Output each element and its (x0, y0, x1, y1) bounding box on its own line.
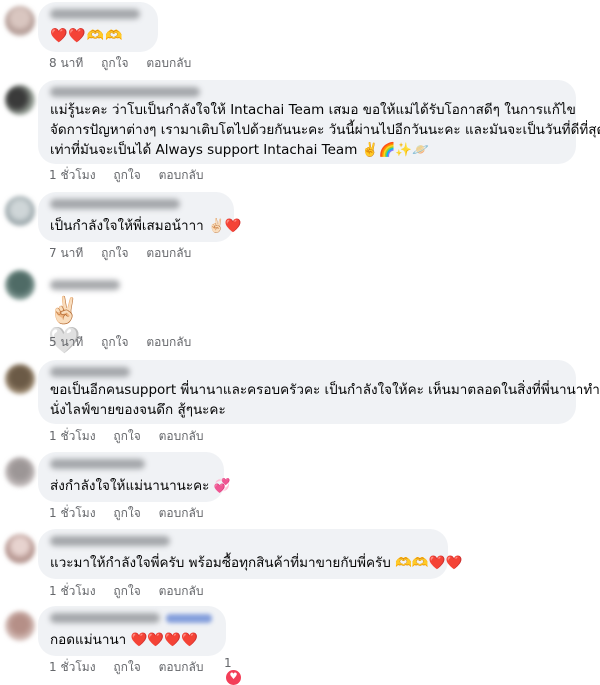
timestamp[interactable]: 8 นาที (49, 54, 83, 73)
timestamp[interactable]: 1 ชั่วโมง (49, 504, 96, 523)
author-name[interactable] (50, 87, 200, 97)
comment-meta: 1 ชั่วโมง ถูกใจ ตอบกลับ (49, 582, 217, 601)
reply-button[interactable]: ตอบกลับ (159, 166, 204, 185)
avatar[interactable] (5, 270, 35, 300)
like-button[interactable]: ถูกใจ (113, 658, 140, 677)
avatar[interactable] (5, 534, 35, 564)
timestamp[interactable]: 5 นาที (49, 333, 83, 352)
timestamp[interactable]: 1 ชั่วโมง (49, 427, 96, 446)
author-name[interactable] (50, 367, 130, 377)
comment-line-3: เท่าที่มันจะเป็นได้ Always support Intac… (50, 142, 429, 158)
avatar[interactable] (5, 85, 35, 115)
comment-bubble: กอดแม่นานา ❤️❤️❤️❤️ (38, 606, 226, 656)
comment-meta: 1 ชั่วโมง ถูกใจ ตอบกลับ (49, 504, 217, 523)
comment-text: เป็นกำลังใจให้พี่เสมอน้าาา ✌🏻❤️ (50, 218, 242, 234)
comment-meta: 8 นาที ถูกใจ ตอบกลับ (49, 54, 205, 73)
like-button[interactable]: ถูกใจ (113, 166, 140, 185)
comment-text: กอดแม่นานา ❤️❤️❤️❤️ (50, 632, 198, 648)
reaction-summary[interactable]: 1♥ (224, 656, 241, 685)
comment-meta: 1 ชั่วโมง ถูกใจ ตอบกลับ (49, 427, 217, 446)
comment-bubble: ขอเป็นอีกคนsupport พี่นานาและครอบครัวคะ … (38, 360, 600, 424)
avatar[interactable] (5, 457, 35, 487)
like-button[interactable]: ถูกใจ (101, 333, 128, 352)
comment-text: ❤️❤️🫶🫶 (50, 28, 124, 44)
avatar[interactable] (5, 196, 35, 226)
timestamp[interactable]: 1 ชั่วโมง (49, 166, 96, 185)
heart-reaction-icon: ♥ (226, 670, 241, 685)
comment-text: ส่งกำลังใจให้แม่นานานะคะ 💞 (50, 478, 231, 494)
reply-button[interactable]: ตอบกลับ (159, 427, 204, 446)
reaction-count: 1 (224, 656, 232, 670)
like-button[interactable]: ถูกใจ (113, 582, 140, 601)
author-name[interactable] (50, 199, 180, 209)
timestamp[interactable]: 1 ชั่วโมง (49, 582, 96, 601)
avatar[interactable] (5, 364, 35, 394)
comment-meta: 1 ชั่วโมง ถูกใจ ตอบกลับ (49, 658, 217, 677)
author-name[interactable] (50, 280, 120, 290)
comment-bubble: แวะมาให้กำลังใจพี่ครับ พร้อมซื้อทุกสินค้… (38, 529, 462, 579)
comment-bubble: ส่งกำลังใจให้แม่นานานะคะ 💞 (38, 452, 231, 502)
like-button[interactable]: ถูกใจ (101, 54, 128, 73)
comment-meta: 1 ชั่วโมง ถูกใจ ตอบกลับ (49, 166, 217, 185)
comment-line-2: จัดการปัญหาต่างๆ เรามาเติบโตไปด้วยกันนะค… (50, 122, 600, 138)
comment-bubble: ❤️❤️🫶🫶 (38, 2, 158, 52)
comment-bubble: เป็นกำลังใจให้พี่เสมอน้าาา ✌🏻❤️ (38, 192, 242, 242)
timestamp[interactable]: 1 ชั่วโมง (49, 658, 96, 677)
author-name[interactable] (50, 536, 170, 546)
author-name[interactable] (50, 459, 145, 469)
like-button[interactable]: ถูกใจ (101, 244, 128, 263)
comment-text: แวะมาให้กำลังใจพี่ครับ พร้อมซื้อทุกสินค้… (50, 555, 463, 571)
reply-button[interactable]: ตอบกลับ (159, 582, 204, 601)
author-badge (166, 614, 212, 623)
comment-meta: 7 นาที ถูกใจ ตอบกลับ (49, 244, 205, 263)
comment-meta: 5 นาที ถูกใจ ตอบกลับ (49, 333, 205, 352)
like-button[interactable]: ถูกใจ (113, 504, 140, 523)
comment-bubble: แม่รู้นะคะ ว่าโบเป็นกำลังใจให้ Intachai … (38, 80, 600, 164)
reply-button[interactable]: ตอบกลับ (146, 54, 191, 73)
comment-line-2: นั่งไลฟ์ขายของจนดึก สู้ๆนะคะ (50, 402, 226, 418)
author-name[interactable] (50, 9, 140, 19)
reply-button[interactable]: ตอบกลับ (159, 658, 204, 677)
timestamp[interactable]: 7 นาที (49, 244, 83, 263)
reply-button[interactable]: ตอบกลับ (159, 504, 204, 523)
avatar[interactable] (5, 6, 35, 36)
like-button[interactable]: ถูกใจ (113, 427, 140, 446)
avatar[interactable] (5, 611, 35, 641)
comment-line-1: ขอเป็นอีกคนsupport พี่นานาและครอบครัวคะ … (50, 382, 600, 398)
reply-button[interactable]: ตอบกลับ (146, 333, 191, 352)
comment-line-1: แม่รู้นะคะ ว่าโบเป็นกำลังใจให้ Intachai … (50, 102, 576, 118)
author-name[interactable] (50, 613, 160, 623)
reply-button[interactable]: ตอบกลับ (146, 244, 191, 263)
